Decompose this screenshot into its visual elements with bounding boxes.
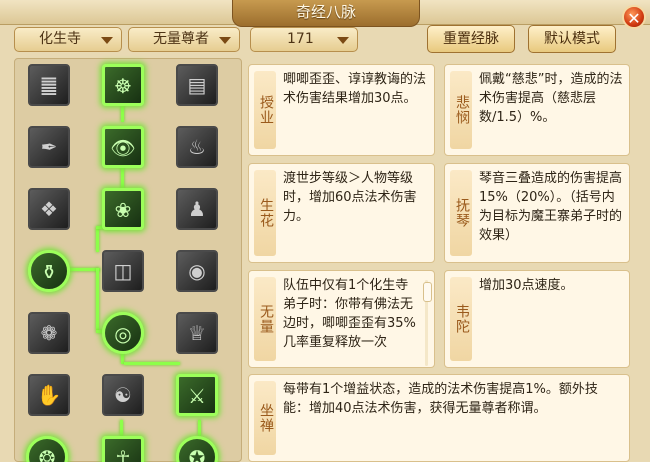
skill-card-tag: 授业: [258, 95, 274, 125]
halo-icon-glyph: ◎: [114, 322, 132, 346]
skill-card-zuochan: 坐禅 每带有1个增益状态，造成的法术伤害提高1%。额外技能：增加40点法术伤害，…: [248, 374, 630, 462]
default-mode-button[interactable]: 默认模式: [528, 25, 616, 53]
bell-icon[interactable]: ♕: [176, 312, 218, 354]
skill-card-shouye: 授业 唧唧歪歪、谆谆教诲的法术伤害结果增加30点。: [248, 64, 435, 156]
ink-icon[interactable]: ✒: [28, 126, 70, 168]
window-title: 奇经八脉: [232, 0, 420, 27]
skill-card-tag: 悲悯: [454, 95, 470, 125]
chevron-down-icon: [101, 37, 113, 44]
tablet-icon[interactable]: ▤: [176, 64, 218, 106]
tree-connector: [121, 166, 124, 190]
skill-card-tag: 抚琴: [454, 198, 470, 228]
flower-icon-glyph: ❀: [114, 198, 132, 222]
seal-circle-icon-glyph: ✪: [188, 446, 206, 462]
monk-icon-glyph: ♟: [188, 197, 206, 221]
scroll-icon[interactable]: ䷀: [28, 64, 70, 106]
seal-circle-icon[interactable]: ✪: [176, 436, 218, 462]
skill-card-desc: 增加30点速度。: [479, 278, 574, 293]
eye-icon[interactable]: 👁: [102, 126, 144, 168]
skill-card-wuliang: 无量 队伍中仅有1个化生寺弟子时：你带有佛法无边时，唧唧歪歪有35%几率重复释放…: [248, 270, 435, 368]
hand-icon[interactable]: ✋: [28, 374, 70, 416]
skill-card-shenghua: 生花 渡世步等级＞人物等级时，增加60点法术伤害力。: [248, 163, 435, 263]
skill-card-tag: 生花: [258, 198, 274, 228]
tree-connector: [124, 362, 180, 365]
halo-icon[interactable]: ◎: [102, 312, 144, 354]
skill-card-desc: 队伍中仅有1个化生寺弟子时：你带有佛法无边时，唧唧歪歪有35%几率重复释放一次: [283, 278, 416, 350]
ink-icon-glyph: ✒: [40, 135, 58, 159]
gourd-icon-glyph: ⚱: [40, 260, 58, 284]
fan-icon[interactable]: ❖: [28, 188, 70, 230]
flame-spirit-icon-glyph: ♨: [188, 135, 206, 159]
skill-card-desc: 渡世步等级＞人物等级时，增加60点法术伤害力。: [283, 171, 417, 224]
skill-card-weituo: 韦陀 增加30点速度。: [444, 270, 630, 368]
gourd-icon[interactable]: ⚱: [28, 250, 70, 292]
reset-meridian-button[interactable]: 重置经脉: [427, 25, 515, 53]
sword-wind-icon[interactable]: ⚔: [176, 374, 218, 416]
skill-dropdown[interactable]: 无量尊者: [128, 27, 240, 52]
rune-circle-icon[interactable]: ❂: [26, 436, 68, 462]
tablet-icon-glyph: ▤: [187, 73, 207, 97]
tree-connector: [198, 420, 201, 436]
bowl-icon[interactable]: ◫: [102, 250, 144, 292]
seated-monk-icon-glyph: ☯: [114, 383, 132, 407]
lotus-icon-glyph: ❁: [40, 321, 58, 345]
skill-card-desc: 每带有1个增益状态，造成的法术伤害提高1%。额外技能：增加40点法术伤害，获得无…: [283, 382, 598, 416]
alms-bowl-icon[interactable]: ◉: [176, 250, 218, 292]
bell-icon-glyph: ♕: [188, 321, 206, 345]
bowl-icon-glyph: ◫: [113, 259, 133, 283]
meridian-window: 奇经八脉 ✕ 化生寺 无量尊者 171 重置经脉 默认模式 ䷀ ☸ ▤ ✒ 👁 ♨ ❖ ❀ ♟ ⚱…: [0, 0, 650, 462]
hand-icon-glyph: ✋: [36, 383, 62, 407]
scrollbar-thumb[interactable]: [423, 282, 432, 302]
close-button[interactable]: ✕: [622, 5, 646, 29]
level-dropdown[interactable]: 171: [250, 27, 358, 52]
skill-card-tag: 韦陀: [454, 304, 470, 334]
skill-dropdown-value: 无量尊者: [153, 31, 209, 47]
rune-circle-icon-glyph: ❂: [38, 446, 56, 462]
monk-icon[interactable]: ♟: [176, 188, 218, 230]
flower-icon[interactable]: ❀: [102, 188, 144, 230]
skill-card-desc: 琴音三叠造成的伤害提高15%（20%）。（括号内为目标为魔王寨弟子时的效果）: [479, 171, 623, 243]
alms-bowl-icon-glyph: ◉: [188, 259, 206, 283]
flame-spirit-icon[interactable]: ♨: [176, 126, 218, 168]
school-dropdown-value: 化生寺: [39, 31, 81, 47]
skill-card-tag: 无量: [258, 304, 274, 334]
chevron-down-icon: [219, 37, 231, 44]
buddha-icon[interactable]: ☥: [102, 436, 144, 462]
eye-icon-glyph: 👁: [110, 136, 136, 160]
skill-card-beimin: 悲悯 佩戴“慈悲”时，造成的法术伤害提高（慈悲层数/1.5）%。: [444, 64, 630, 156]
chevron-down-icon: [337, 37, 349, 44]
skill-card-tag: 坐禅: [258, 403, 274, 433]
fan-icon-glyph: ❖: [40, 197, 58, 221]
tree-connector: [96, 268, 99, 330]
skill-card-desc: 佩戴“慈悲”时，造成的法术伤害提高（慈悲层数/1.5）%。: [479, 72, 623, 125]
meditation-icon[interactable]: ☸: [102, 64, 144, 106]
level-dropdown-value: 171: [287, 31, 314, 47]
meditation-icon-glyph: ☸: [114, 74, 132, 98]
sword-wind-icon-glyph: ⚔: [188, 384, 206, 408]
buddha-icon-glyph: ☥: [115, 446, 131, 462]
seated-monk-icon[interactable]: ☯: [102, 374, 144, 416]
school-dropdown[interactable]: 化生寺: [14, 27, 122, 52]
scroll-icon-glyph: ䷀: [40, 73, 58, 97]
tree-connector: [120, 420, 123, 436]
lotus-icon[interactable]: ❁: [28, 312, 70, 354]
skill-card-desc: 唧唧歪歪、谆谆教诲的法术伤害结果增加30点。: [283, 72, 427, 106]
tree-connector: [96, 228, 99, 252]
skill-card-fuqin: 抚琴 琴音三叠造成的伤害提高15%（20%）。（括号内为目标为魔王寨弟子时的效果…: [444, 163, 630, 263]
